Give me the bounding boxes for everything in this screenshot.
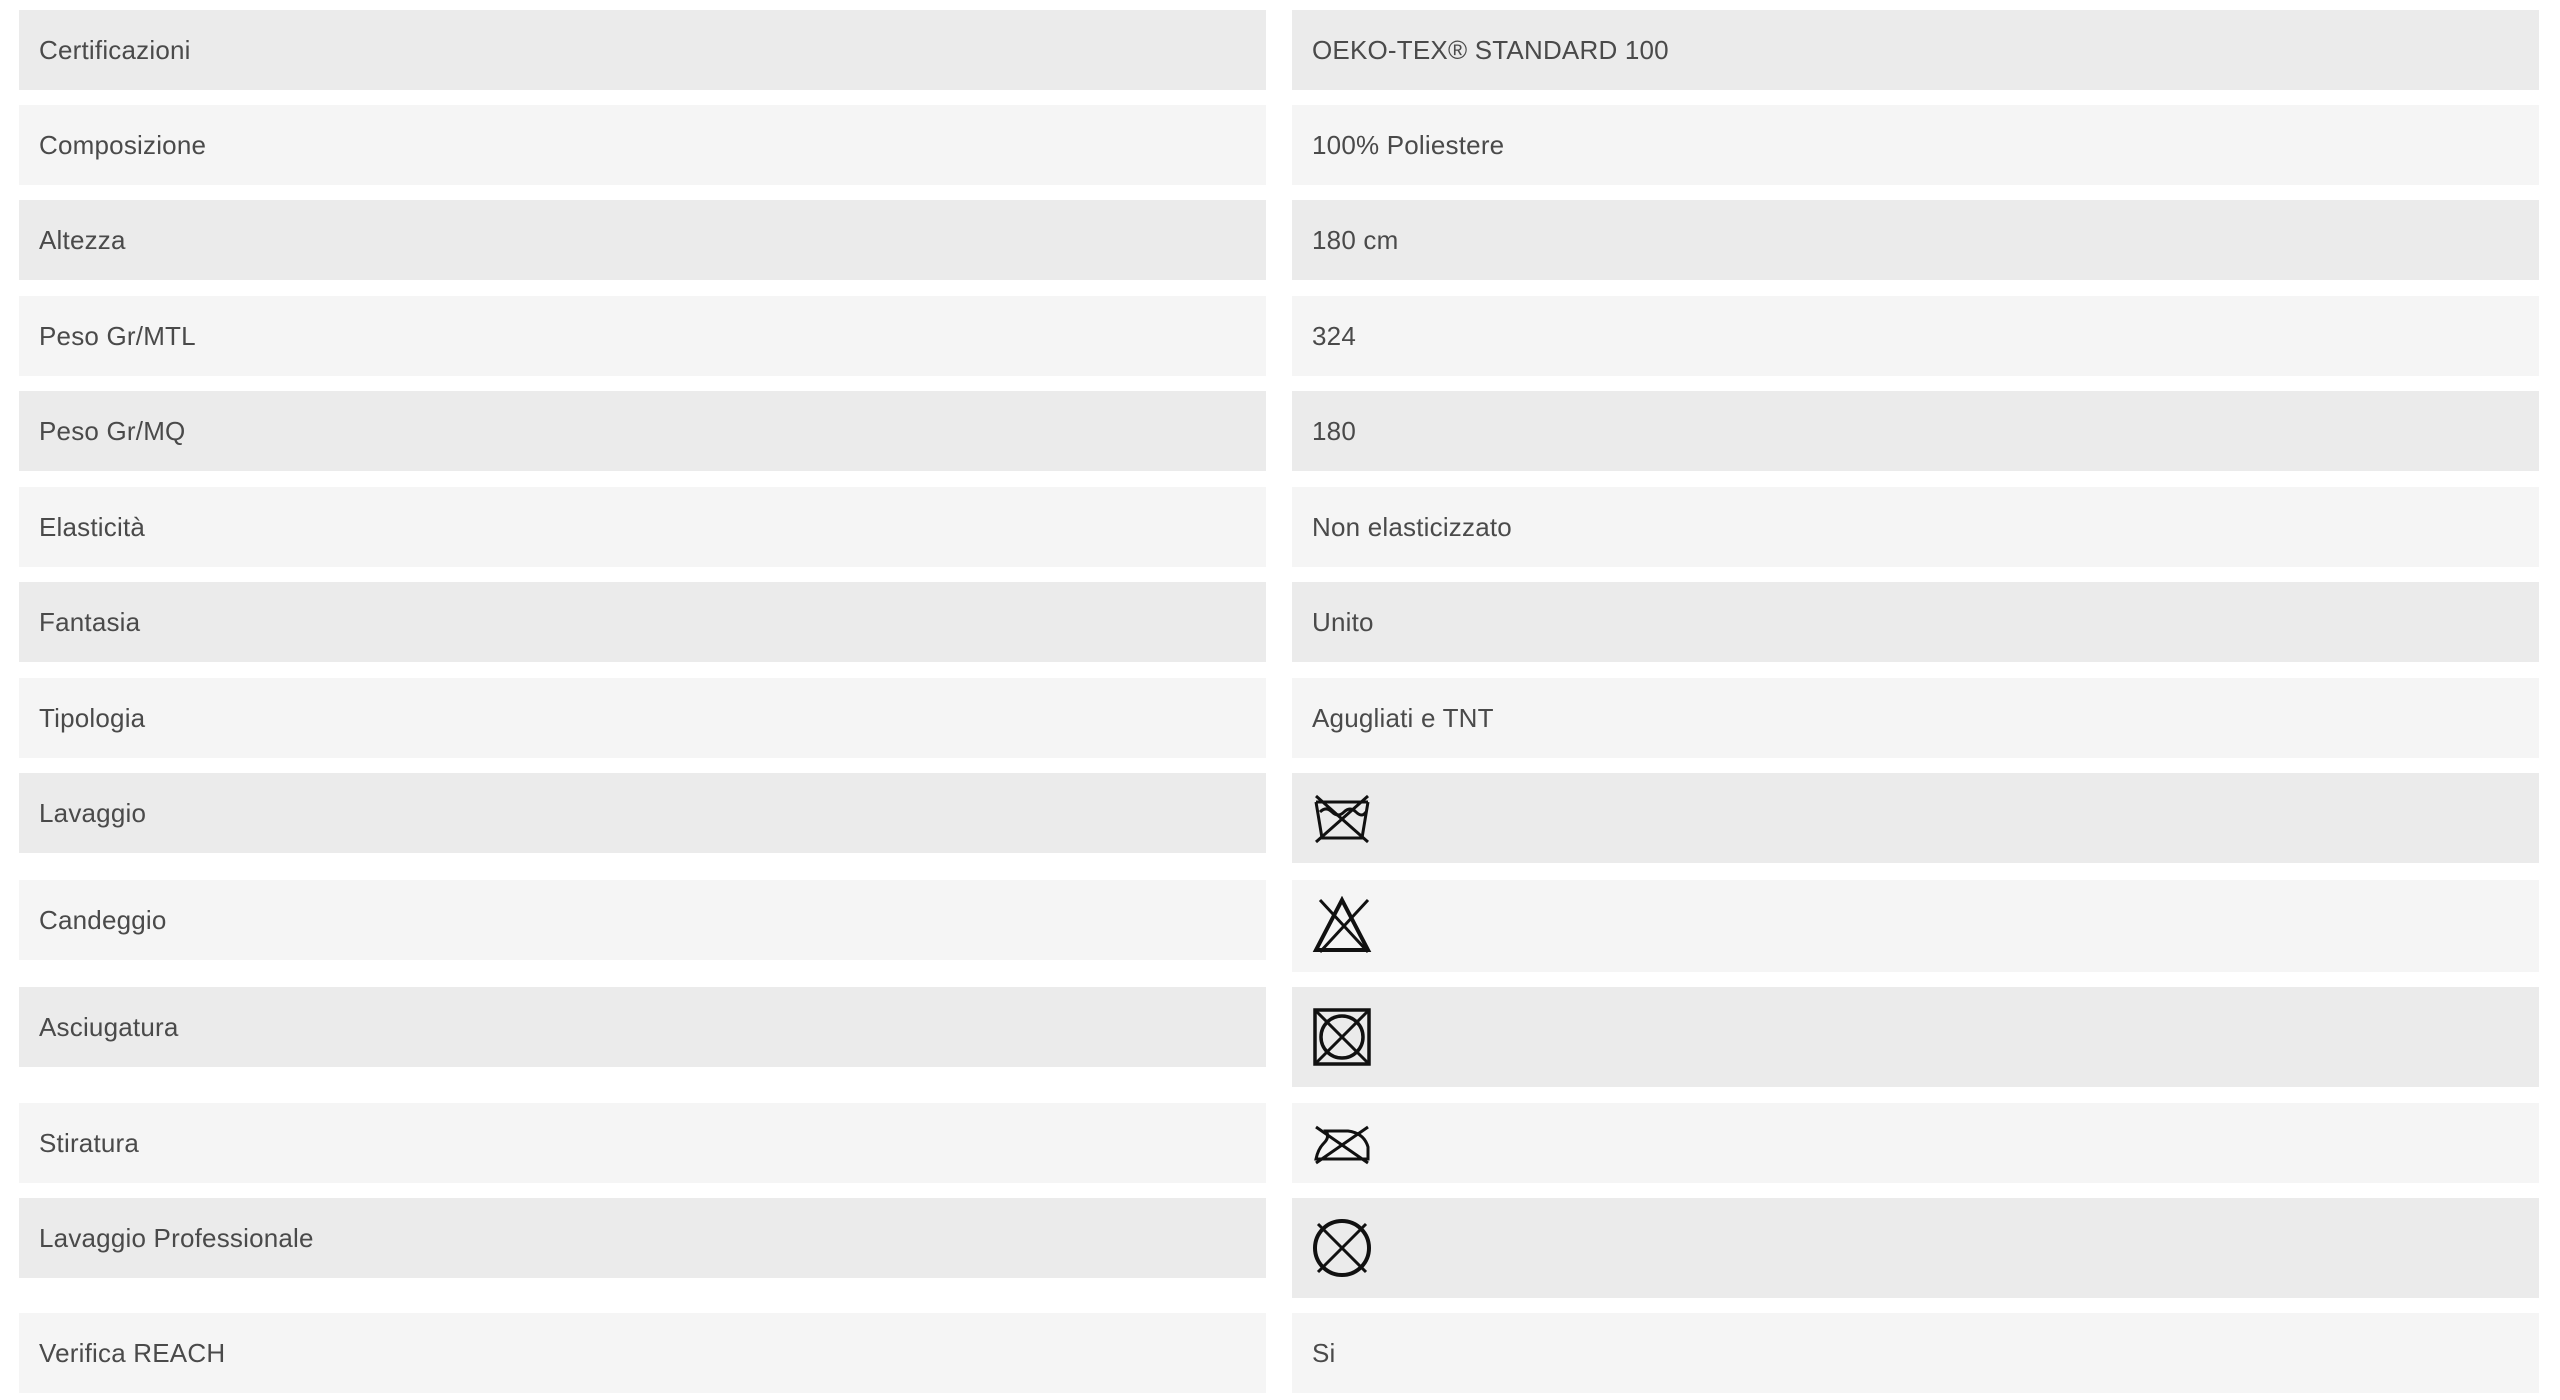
spec-row-verifica-reach: Verifica REACH Si <box>19 1313 2539 1393</box>
do-not-dry-clean-icon <box>1312 1218 1372 1278</box>
spec-value-icon <box>1292 1103 2539 1183</box>
spec-row-lavaggio-professionale: Lavaggio Professionale <box>19 1198 2539 1298</box>
spec-value: 180 <box>1292 391 2539 471</box>
spec-value: 100% Poliestere <box>1292 105 2539 185</box>
spec-value: 324 <box>1292 296 2539 376</box>
do-not-bleach-icon <box>1312 896 1372 956</box>
spec-value: Si <box>1292 1313 2539 1393</box>
do-not-wash-icon <box>1312 788 1372 848</box>
spec-row-peso-mq: Peso Gr/MQ 180 <box>19 391 2539 471</box>
spec-label: Asciugatura <box>19 987 1266 1067</box>
spec-row-tipologia: Tipologia Agugliati e TNT <box>19 678 2539 758</box>
spec-row-altezza: Altezza 180 cm <box>19 200 2539 280</box>
spec-label: Candeggio <box>19 880 1266 960</box>
spec-label: Lavaggio Professionale <box>19 1198 1266 1278</box>
spec-value-icon <box>1292 1198 2539 1298</box>
spec-label: Elasticità <box>19 487 1266 567</box>
spec-label: Certificazioni <box>19 10 1266 90</box>
spec-label: Composizione <box>19 105 1266 185</box>
spec-value-icon <box>1292 880 2539 972</box>
spec-value: Unito <box>1292 582 2539 662</box>
spec-value-icon <box>1292 773 2539 863</box>
spec-label: Peso Gr/MTL <box>19 296 1266 376</box>
spec-label: Tipologia <box>19 678 1266 758</box>
spec-label: Lavaggio <box>19 773 1266 853</box>
spec-value: 180 cm <box>1292 200 2539 280</box>
spec-row-peso-mtl: Peso Gr/MTL 324 <box>19 296 2539 376</box>
spec-value: Non elasticizzato <box>1292 487 2539 567</box>
do-not-iron-icon <box>1312 1113 1372 1173</box>
spec-label: Altezza <box>19 200 1266 280</box>
do-not-tumble-dry-icon <box>1312 1007 1372 1067</box>
spec-row-elasticita: Elasticità Non elasticizzato <box>19 487 2539 567</box>
spec-row-lavaggio: Lavaggio <box>19 773 2539 863</box>
spec-label: Fantasia <box>19 582 1266 662</box>
spec-row-candeggio: Candeggio <box>19 880 2539 972</box>
spec-row-certificazioni: Certificazioni OEKO-TEX® STANDARD 100 <box>19 10 2539 90</box>
spec-label: Peso Gr/MQ <box>19 391 1266 471</box>
spec-label: Verifica REACH <box>19 1313 1266 1393</box>
spec-value: Agugliati e TNT <box>1292 678 2539 758</box>
product-spec-table: Certificazioni OEKO-TEX® STANDARD 100 Co… <box>0 0 2560 1400</box>
spec-value-icon <box>1292 987 2539 1087</box>
spec-value: OEKO-TEX® STANDARD 100 <box>1292 10 2539 90</box>
spec-row-fantasia: Fantasia Unito <box>19 582 2539 662</box>
spec-row-stiratura: Stiratura <box>19 1103 2539 1183</box>
spec-label: Stiratura <box>19 1103 1266 1183</box>
spec-row-asciugatura: Asciugatura <box>19 987 2539 1087</box>
spec-row-composizione: Composizione 100% Poliestere <box>19 105 2539 185</box>
